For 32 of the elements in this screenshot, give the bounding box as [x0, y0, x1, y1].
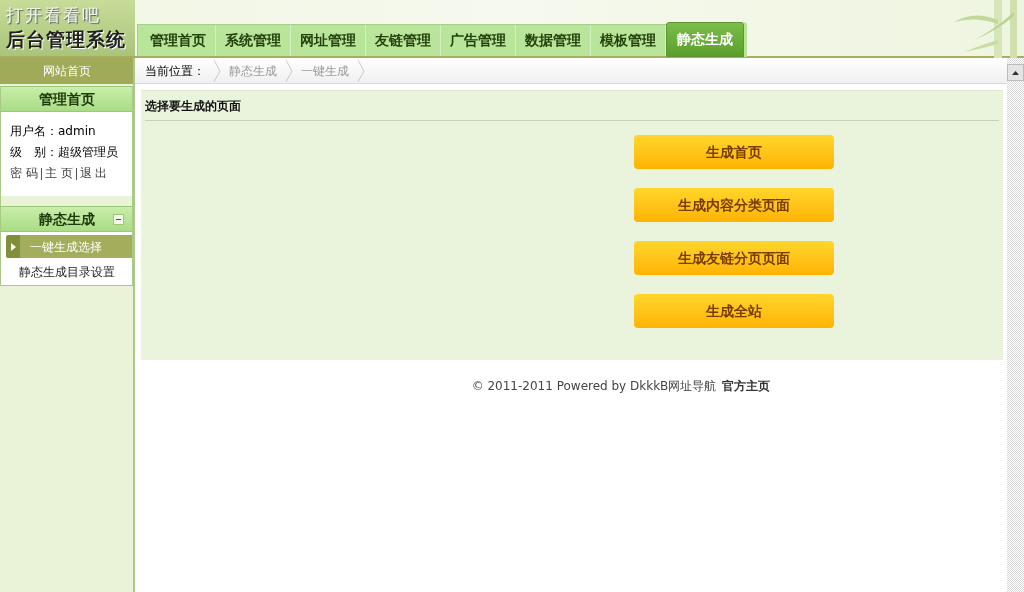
user-info-text: 级 别：超级管理员	[10, 144, 119, 161]
account-link[interactable]: 密 码	[10, 163, 38, 184]
section-title: 静态生成	[38, 209, 95, 229]
official-site-link[interactable]: 官方主页	[722, 377, 771, 395]
generate-button[interactable]: 生成内容分类页面	[634, 188, 834, 222]
copyright-text: © 2011-2011 Powered by DkkkB网址导航	[471, 378, 717, 395]
chevron-icon	[285, 59, 293, 82]
section-title: 管理首页	[38, 89, 95, 109]
generate-button[interactable]: 生成首页	[634, 135, 834, 169]
account-link[interactable]: 主 页	[44, 163, 73, 184]
breadcrumb-label: 当前位置：	[145, 62, 205, 80]
menu-item[interactable]: 静态生成目录设置	[1, 259, 132, 285]
scroll-up-icon[interactable]	[1012, 70, 1019, 75]
nav-tab[interactable]: 管理首页	[141, 25, 216, 56]
chevron-icon	[357, 59, 365, 82]
collapse-icon[interactable]	[113, 214, 124, 225]
nav-tab[interactable]: 友链管理	[366, 25, 441, 56]
arrow-icon	[10, 242, 16, 251]
nav-tab[interactable]: 广告管理	[441, 25, 516, 56]
user-info-text: 用户名：admin	[10, 123, 97, 140]
generate-button[interactable]: 生成全站	[634, 294, 834, 328]
panel-title: 选择要生成的页面	[145, 91, 999, 121]
nav-tab[interactable]: 数据管理	[516, 25, 591, 56]
chevron-icon	[213, 59, 221, 82]
logo-title: 后台管理系统	[6, 27, 127, 52]
bamboo-drawing	[954, 0, 1017, 58]
nav-tab[interactable]: 网址管理	[291, 25, 366, 56]
nav-tab[interactable]: 系统管理	[216, 25, 291, 56]
scrollbar[interactable]	[1007, 58, 1024, 592]
logo-subtitle: 打开看看吧	[6, 4, 102, 26]
account-link[interactable]: 退 出	[79, 163, 108, 184]
generate-button[interactable]: 生成友链分页页面	[634, 241, 834, 275]
